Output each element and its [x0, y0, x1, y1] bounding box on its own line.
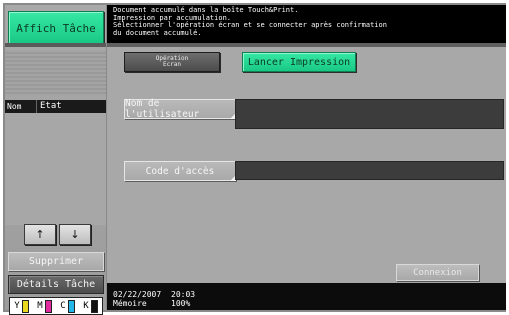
memory-label: Mémoire: [113, 299, 147, 308]
user-name-label: Nom de l'utilisateur: [125, 98, 200, 120]
left-panel: Affich Tâche Nom Utilis Etat ↑ ↓ Supprim…: [5, 5, 106, 315]
operation-label-line2: Ecran: [162, 61, 182, 68]
toner-yellow-bar: [21, 299, 29, 313]
status-date: 02/22/2007: [113, 290, 162, 299]
main-top-stripe: [107, 43, 506, 47]
left-divider: [5, 43, 106, 47]
left-stripe-area: [5, 50, 106, 96]
status-time: 20:03: [171, 290, 196, 299]
message-area: Document accumulé dans la boîte Touch&Pr…: [107, 5, 506, 43]
arrow-down-icon: ↓: [70, 228, 80, 241]
access-code-label: Code d'accès: [145, 165, 215, 177]
main-panel: Opération Ecran Lancer Impression Nom de…: [107, 43, 506, 283]
connexion-button[interactable]: Connexion: [396, 264, 479, 281]
scroll-down-button[interactable]: ↓: [59, 224, 91, 245]
arrow-up-icon: ↑: [35, 228, 45, 241]
details-tache-button[interactable]: Détails Tâche: [8, 275, 104, 294]
status-row-datetime: 02/22/2007 20:03: [113, 290, 506, 299]
user-name-label-button[interactable]: Nom de l'utilisateur: [124, 98, 236, 120]
message-line: du document accumulé.: [113, 28, 202, 37]
toner-magenta-bar: [44, 299, 52, 313]
access-code-field[interactable]: [235, 161, 504, 180]
column-state: Etat: [40, 101, 62, 111]
job-list: [5, 113, 106, 225]
affich-tache-button[interactable]: Affich Tâche: [8, 11, 104, 45]
toner-yellow: Y: [14, 299, 29, 313]
job-list-header: Nom Utilis Etat: [5, 100, 106, 124]
toner-levels: Y M C K: [9, 297, 103, 315]
toner-black-bar: [90, 299, 98, 313]
lancer-impression-button[interactable]: Lancer Impression: [242, 52, 356, 72]
toner-magenta: M: [37, 299, 52, 313]
scroll-up-button[interactable]: ↑: [24, 224, 56, 245]
memory-value: 100%: [171, 299, 191, 308]
status-bar: 02/22/2007 20:03 Mémoire 100%: [107, 283, 506, 310]
toner-black: K: [83, 299, 98, 313]
user-name-field[interactable]: [235, 99, 504, 129]
toner-cyan-bar: [67, 299, 75, 313]
toner-cyan: C: [60, 299, 75, 313]
column-user: Nom Utilis: [5, 100, 37, 124]
supprimer-button[interactable]: Supprimer: [8, 252, 104, 271]
status-row-memory: Mémoire 100%: [113, 299, 506, 308]
access-code-label-button[interactable]: Code d'accès: [124, 161, 236, 181]
operation-ecran-button[interactable]: Opération Ecran: [124, 52, 220, 72]
